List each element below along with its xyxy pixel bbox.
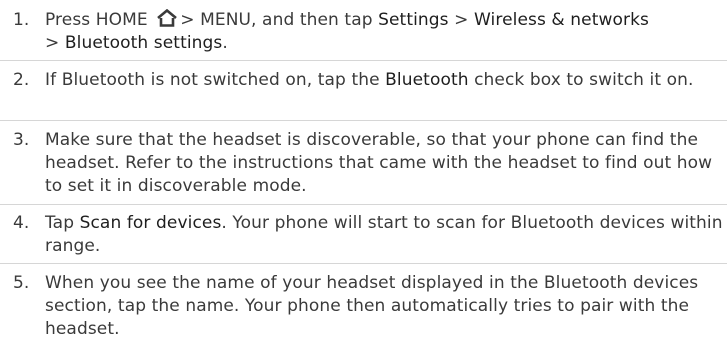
divider [0, 120, 727, 121]
step-text-segment: . [222, 33, 228, 53]
step-text-segment: If Bluetooth is not switched on, tap the [45, 70, 386, 90]
step-number: 3. [13, 130, 30, 150]
step-number: 2. [13, 70, 30, 90]
step-text-segment: > [45, 33, 65, 53]
step-text-segment: > [448, 10, 474, 30]
instruction-list: 1. Press HOME > MENU, and then tap Setti… [0, 0, 727, 345]
menu-path-wireless-networks: Wireless & networks [474, 10, 649, 30]
step-text: Tap Scan for devices. Your phone will st… [45, 212, 725, 258]
menu-path-settings: Settings [378, 10, 449, 30]
step-text: If Bluetooth is not switched on, tap the… [45, 69, 725, 92]
step-text-segment: Press HOME [45, 10, 154, 30]
step-number: 4. [13, 213, 30, 233]
divider [0, 263, 727, 264]
step-number: 1. [13, 10, 30, 30]
step-text: When you see the name of your headset di… [45, 273, 699, 339]
step-text-segment: > MENU, and then tap [180, 10, 379, 30]
step-text: Make sure that the headset is discoverab… [45, 130, 713, 196]
divider [0, 60, 727, 61]
step-number: 5. [13, 273, 30, 293]
step-text-segment: Tap [45, 213, 80, 233]
bluetooth-check-box-label: Bluetooth [385, 70, 469, 90]
step-text: Press HOME > MENU, and then tap Settings… [45, 8, 725, 55]
menu-path-bluetooth-settings: Bluetooth settings [64, 33, 223, 53]
divider [0, 204, 727, 205]
scan-for-devices-label: Scan for devices [79, 213, 222, 233]
step-text-segment: check box to switch it on. [468, 70, 694, 90]
home-icon [156, 8, 178, 27]
